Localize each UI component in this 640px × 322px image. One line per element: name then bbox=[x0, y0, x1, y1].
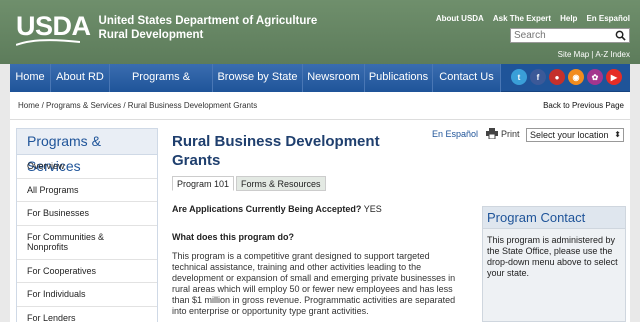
sidebar-item-businesses[interactable]: For Businesses bbox=[17, 202, 157, 226]
rss-icon[interactable]: ◉ bbox=[568, 69, 584, 85]
search-box bbox=[510, 28, 630, 43]
flickr-icon[interactable]: ● bbox=[549, 69, 565, 85]
blog-icon[interactable]: ✿ bbox=[587, 69, 603, 85]
utility-links: About USDA Ask The Expert Help En Españo… bbox=[436, 14, 630, 23]
logo-text: USDA bbox=[16, 11, 91, 41]
applications-status: Are Applications Currently Being Accepte… bbox=[172, 204, 382, 214]
link-ask-the-expert[interactable]: Ask The Expert bbox=[493, 14, 551, 23]
program-contact-title: Program Contact bbox=[483, 207, 625, 229]
nav-programs-services[interactable]: Programs & Services bbox=[110, 64, 213, 110]
logo-swoosh-icon bbox=[16, 39, 80, 46]
en-espanol-link[interactable]: En Español bbox=[432, 129, 478, 139]
link-a-z-index[interactable]: A-Z Index bbox=[595, 50, 630, 59]
sidebar-item-lenders[interactable]: For Lenders bbox=[17, 307, 157, 322]
sidebar-item-all-programs[interactable]: All Programs bbox=[17, 179, 157, 202]
print-label: Print bbox=[501, 128, 520, 139]
print-button[interactable]: Print bbox=[486, 128, 520, 139]
site-header: USDA United States Department of Agricul… bbox=[0, 0, 640, 64]
sidebar-item-cooperatives[interactable]: For Cooperatives bbox=[17, 260, 157, 283]
applications-answer: YES bbox=[363, 204, 382, 214]
site-index-links: Site Map | A-Z Index bbox=[558, 50, 630, 59]
facebook-icon[interactable]: f bbox=[530, 69, 546, 85]
nav-newsroom[interactable]: Newsroom bbox=[303, 64, 365, 92]
search-input[interactable] bbox=[511, 30, 611, 41]
program-description: This program is a competitive grant desi… bbox=[172, 251, 456, 316]
breadcrumb-bar: Home / Programs & Services / Rural Busin… bbox=[10, 92, 630, 120]
page-title: Rural Business Development Grants bbox=[172, 133, 380, 169]
link-about-usda[interactable]: About USDA bbox=[436, 14, 484, 23]
agency-line-1: United States Department of Agriculture bbox=[98, 15, 318, 27]
nav-publications[interactable]: Publications bbox=[365, 64, 433, 92]
chevron-updown-icon: ⬍ bbox=[614, 130, 621, 139]
sidebar: Programs & Services Overview All Program… bbox=[16, 128, 158, 322]
program-tabs: Program 101 Forms & Resources bbox=[172, 176, 326, 191]
usda-logo[interactable]: USDA United States Department of Agricul… bbox=[16, 10, 318, 46]
site-links-divider: | bbox=[591, 50, 594, 59]
nav-home[interactable]: Home bbox=[10, 64, 51, 92]
printer-icon bbox=[486, 128, 498, 139]
link-help[interactable]: Help bbox=[560, 14, 577, 23]
agency-line-2: Rural Development bbox=[98, 29, 204, 41]
search-icon[interactable] bbox=[615, 30, 626, 41]
nav-browse-by-state[interactable]: Browse by State bbox=[213, 64, 303, 92]
link-en-espanol[interactable]: En Español bbox=[586, 14, 630, 23]
nav-contact-us[interactable]: Contact Us bbox=[433, 64, 501, 92]
location-select[interactable]: Select your location ⬍ bbox=[526, 128, 624, 142]
twitter-icon[interactable]: t bbox=[511, 69, 527, 85]
link-site-map[interactable]: Site Map bbox=[558, 50, 590, 59]
breadcrumb[interactable]: Home / Programs & Services / Rural Busin… bbox=[18, 101, 257, 110]
back-to-previous-link[interactable]: Back to Previous Page bbox=[543, 101, 624, 110]
sidebar-item-communities[interactable]: For Communities & Nonprofits bbox=[17, 226, 157, 260]
program-contact-text: This program is administered by the Stat… bbox=[487, 235, 618, 278]
sidebar-title[interactable]: Programs & Services bbox=[17, 129, 157, 174]
content-area: Programs & Services Overview All Program… bbox=[10, 120, 630, 322]
program-contact-box: Program Contact This program is administ… bbox=[482, 206, 626, 322]
agency-name: United States Department of Agriculture … bbox=[99, 14, 318, 42]
usda-logo-mark: USDA bbox=[16, 11, 91, 46]
main-nav: Home About RD Programs & Services Browse… bbox=[10, 64, 630, 110]
social-links: t f ● ◉ ✿ ▶ bbox=[511, 69, 622, 85]
section-heading: What does this program do? bbox=[172, 232, 295, 242]
nav-about-rd[interactable]: About RD bbox=[51, 64, 110, 92]
tab-program-101[interactable]: Program 101 bbox=[172, 176, 235, 191]
youtube-icon[interactable]: ▶ bbox=[606, 69, 622, 85]
applications-question: Are Applications Currently Being Accepte… bbox=[172, 204, 362, 214]
location-select-value: Select your location bbox=[530, 130, 609, 140]
tab-forms-resources[interactable]: Forms & Resources bbox=[236, 176, 326, 191]
sidebar-item-individuals[interactable]: For Individuals bbox=[17, 283, 157, 307]
